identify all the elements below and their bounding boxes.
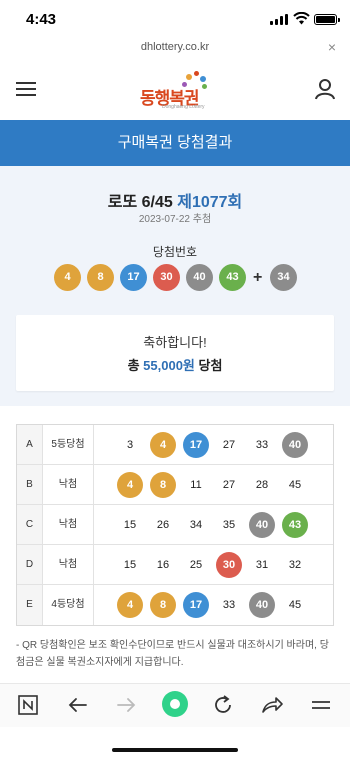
draw-date: 2023-07-22 추첨 — [138, 214, 212, 225]
site-header: 동행복권 Donghaeng Lottery — [0, 60, 350, 120]
ticket-number: 16 — [156, 559, 170, 571]
notice-text: - QR 당첨확인은 보조 확인수단이므로 반드시 실물과 대조하시기 바라며,… — [16, 640, 329, 668]
matched-number: 4 — [117, 472, 143, 498]
game-name: 로또 6/45 — [107, 194, 173, 211]
url-text[interactable]: dhlottery.co.kr — [0, 41, 350, 53]
line-label: D — [17, 545, 43, 584]
matched-number: 8 — [150, 472, 176, 498]
draw-round: 로또 6/45 제1077회 — [0, 188, 350, 212]
winning-ball: 40 — [186, 264, 213, 291]
line-label: B — [17, 465, 43, 504]
logo[interactable]: 동행복권 Donghaeng Lottery — [140, 70, 220, 110]
user-icon[interactable] — [314, 78, 336, 100]
bonus-ball: 34 — [270, 264, 297, 291]
url-bar[interactable]: dhlottery.co.kr × — [0, 36, 350, 60]
congrats-text: 축하합니다! — [143, 335, 207, 350]
ticket-number: 45 — [288, 599, 302, 611]
prize-box: 축하합니다! 총 55,000원 당첨 — [16, 315, 334, 391]
matched-number: 40 — [282, 432, 308, 458]
matched-number: 17 — [183, 592, 209, 618]
ticket-number: 34 — [189, 519, 203, 531]
home-indicator — [112, 748, 238, 752]
table-row: B 낙첨 4 8 11 27 28 45 — [17, 465, 333, 505]
ticket-number: 15 — [123, 519, 137, 531]
ticket-number: 3 — [126, 439, 134, 451]
matched-number: 43 — [282, 512, 308, 538]
status-bar: 4:43 — [0, 0, 350, 36]
browser-toolbar — [0, 683, 350, 727]
naver-home-icon[interactable] — [15, 692, 41, 718]
prize-prefix: 총 — [127, 358, 140, 373]
close-icon[interactable]: × — [328, 39, 336, 55]
ticket-number: 26 — [156, 519, 170, 531]
result-summary: 로또 6/45 제1077회 2023-07-22 추첨 당첨번호 4 8 17 30… — [0, 166, 350, 406]
rank-label: 낙첨 — [43, 545, 94, 584]
winning-ball: 17 — [120, 264, 147, 291]
ticket-number: 27 — [222, 479, 236, 491]
matched-number: 40 — [249, 592, 275, 618]
line-label: E — [17, 585, 43, 625]
ticket-number: 28 — [255, 479, 269, 491]
status-time: 4:43 — [26, 11, 57, 28]
prize-amount: 55,000원 — [143, 358, 195, 373]
matched-number: 40 — [249, 512, 275, 538]
page-title: 구매복권 당첨결과 — [0, 120, 350, 166]
line-label: A — [17, 425, 43, 464]
forward-arrow-icon[interactable] — [113, 692, 139, 718]
signal-icon — [270, 14, 288, 25]
line-label: C — [17, 505, 43, 544]
ticket-number: 27 — [222, 439, 236, 451]
winning-ball: 8 — [87, 264, 114, 291]
winning-ball: 4 — [54, 264, 81, 291]
matched-number: 17 — [183, 432, 209, 458]
rank-label: 낙첨 — [43, 505, 94, 544]
back-arrow-icon[interactable] — [65, 692, 91, 718]
wifi-icon — [293, 12, 310, 25]
ticket-number: 33 — [222, 599, 236, 611]
ticket-number: 15 — [123, 559, 137, 571]
menu-icon[interactable] — [308, 692, 334, 718]
logo-subtext: Donghaeng Lottery — [162, 104, 205, 110]
ticket-number: 25 — [189, 559, 203, 571]
prize-text: 총 55,000원 당첨 — [16, 355, 334, 374]
table-row: A 5등당첨 3 4 17 27 33 40 — [17, 425, 333, 465]
matched-number: 30 — [216, 552, 242, 578]
matched-number: 4 — [150, 432, 176, 458]
ticket-number: 31 — [255, 559, 269, 571]
battery-icon — [314, 14, 340, 25]
table-row: D 낙첨 15 16 25 30 31 32 — [17, 545, 333, 585]
ticket-number: 33 — [255, 439, 269, 451]
rank-label: 5등당첨 — [43, 425, 94, 464]
winning-ball: 43 — [219, 264, 246, 291]
winning-numbers-label: 당첨번호 — [152, 245, 198, 259]
table-row: E 4등당첨 4 8 17 33 40 45 — [17, 585, 333, 625]
green-dot-icon[interactable] — [161, 690, 189, 718]
ticket-table: A 5등당첨 3 4 17 27 33 40 B 낙첨 4 8 11 27 28 45 C 낙첨 15 26 34 35 4… — [16, 424, 334, 626]
ticket-number: 35 — [222, 519, 236, 531]
rank-label: 4등당첨 — [43, 585, 94, 625]
ticket-number: 32 — [288, 559, 302, 571]
share-icon[interactable] — [259, 692, 285, 718]
round-number: 제1077회 — [177, 194, 243, 211]
hamburger-menu-icon[interactable] — [16, 80, 36, 98]
table-row: C 낙첨 15 26 34 35 40 43 — [17, 505, 333, 545]
prize-suffix: 당첨 — [198, 358, 223, 373]
reload-icon[interactable] — [210, 692, 236, 718]
ticket-number: 45 — [288, 479, 302, 491]
matched-number: 4 — [117, 592, 143, 618]
rank-label: 낙첨 — [43, 465, 94, 504]
winning-ball: 30 — [153, 264, 180, 291]
bonus-plus: + — [253, 269, 263, 286]
matched-number: 8 — [150, 592, 176, 618]
ticket-number: 11 — [190, 479, 202, 491]
